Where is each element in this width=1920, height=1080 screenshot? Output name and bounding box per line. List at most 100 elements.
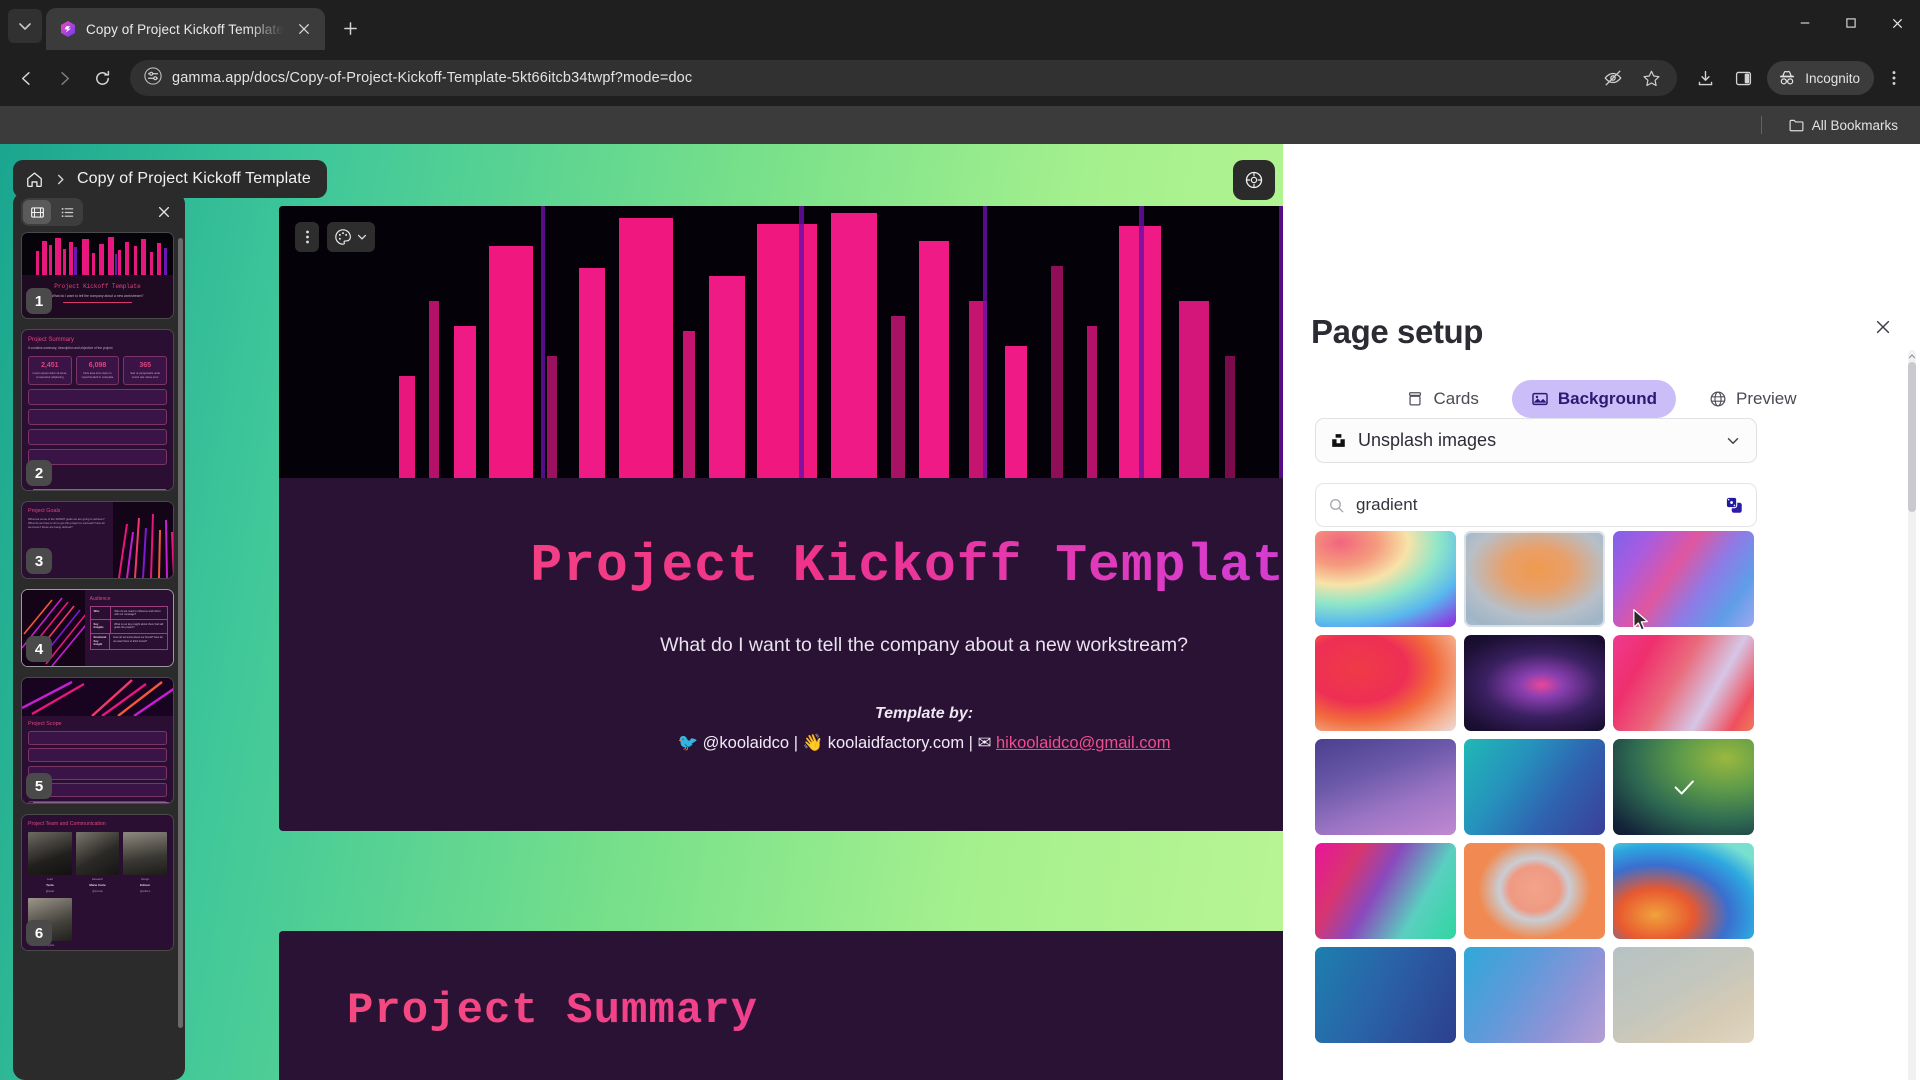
thumbnail-card-2[interactable]: Project Summary It contains summary, des… bbox=[21, 329, 174, 491]
unsplash-icon bbox=[1332, 434, 1345, 447]
side-panel-button[interactable] bbox=[1725, 60, 1761, 96]
member-role: Research bbox=[91, 878, 104, 881]
minimize-icon bbox=[1800, 22, 1810, 24]
image-thumbnail-13[interactable] bbox=[1464, 947, 1605, 1043]
image-icon bbox=[1532, 392, 1548, 406]
stat-label: Sed ut perspiciatis unde omnis iste natu… bbox=[130, 371, 161, 379]
incognito-profile-button[interactable]: Incognito bbox=[1767, 61, 1874, 95]
thumbnails-scrollbar[interactable] bbox=[178, 238, 183, 1028]
scroll-up-arrow[interactable] bbox=[1908, 350, 1916, 362]
grid-view-button[interactable] bbox=[23, 200, 51, 224]
third-party-cookies-button[interactable] bbox=[1595, 60, 1631, 96]
image-thumbnail-6[interactable] bbox=[1315, 739, 1456, 835]
shuffle-images-icon[interactable] bbox=[1724, 495, 1744, 515]
check-icon bbox=[1674, 780, 1694, 795]
page-viewport: Copy of Project Kickoff Template Project… bbox=[0, 144, 1920, 1080]
table-row: Key Insights What is our key insight abo… bbox=[90, 620, 167, 634]
team-member: Lead Tesla @tesla bbox=[28, 832, 72, 893]
chevron-up-icon bbox=[1908, 353, 1916, 358]
chrome-menu-button[interactable] bbox=[1876, 60, 1912, 96]
bird-emoji-icon: 🐦 bbox=[677, 734, 699, 752]
thumbnail-card-1[interactable]: Project Kickoff Template What do I want … bbox=[21, 232, 174, 319]
avatar bbox=[28, 832, 72, 875]
thumbnail-card-5[interactable]: Project Scope 5 bbox=[21, 677, 174, 804]
image-thumbnail-4[interactable] bbox=[1464, 635, 1605, 731]
stat-item: 2,451 Lorem ipsum dolor sit amet, consec… bbox=[28, 356, 72, 386]
forward-button[interactable] bbox=[46, 60, 82, 96]
stat-label: Duis aute irure dolor in reprehenderit i… bbox=[81, 371, 114, 379]
panel-scrollbar[interactable] bbox=[1908, 350, 1916, 1080]
scrollbar-thumb[interactable] bbox=[1908, 362, 1916, 512]
maximize-button[interactable] bbox=[1828, 0, 1874, 46]
thumbnail-body: What are some of the SMART goals we are … bbox=[28, 517, 105, 530]
image-thumbnail-9[interactable] bbox=[1315, 843, 1456, 939]
tab-preview[interactable]: Preview bbox=[1690, 380, 1815, 418]
theme-button[interactable] bbox=[1233, 160, 1275, 200]
window-close-button[interactable] bbox=[1874, 0, 1920, 46]
card-body: Project Kickoff Template What do I want … bbox=[279, 478, 1283, 753]
image-thumbnail-0[interactable] bbox=[1315, 531, 1456, 627]
page-settings-icon[interactable] bbox=[144, 66, 162, 90]
image-thumbnail-11[interactable] bbox=[1613, 843, 1754, 939]
team-member: Research Marie Curie @mcurie bbox=[75, 832, 120, 893]
minimize-button[interactable] bbox=[1782, 0, 1828, 46]
empty-slot bbox=[123, 898, 167, 950]
credit-handle: @koolaidco bbox=[702, 734, 790, 752]
image-thumbnail-1[interactable] bbox=[1464, 531, 1605, 627]
cards-icon bbox=[1409, 392, 1422, 406]
breadcrumb-title: Copy of Project Kickoff Template bbox=[77, 170, 311, 187]
close-thumbnails-panel-button[interactable] bbox=[151, 199, 177, 225]
page-setup-panel: Page setup Cards Background Preview Unsp… bbox=[1283, 288, 1920, 1080]
image-thumbnail-10[interactable] bbox=[1464, 843, 1605, 939]
image-source-select[interactable]: Unsplash images bbox=[1315, 418, 1757, 463]
thumbnail-card-6[interactable]: Project Team and Communication Lead Tesl… bbox=[21, 814, 174, 951]
image-thumbnail-5[interactable] bbox=[1613, 635, 1754, 731]
document-title[interactable]: Project Kickoff Template bbox=[319, 536, 1283, 596]
browser-tab[interactable]: Copy of Project Kickoff Template bbox=[46, 8, 325, 50]
list-view-button[interactable] bbox=[53, 200, 81, 224]
image-thumbnail-7[interactable] bbox=[1464, 739, 1605, 835]
thumbnails-list[interactable]: Project Kickoff Template What do I want … bbox=[13, 232, 185, 1080]
stat-value: 6,098 bbox=[88, 362, 107, 369]
breadcrumb[interactable]: Copy of Project Kickoff Template bbox=[13, 160, 327, 198]
document-card-2[interactable]: Project Summary bbox=[279, 931, 1283, 1080]
thumbnail-number: 5 bbox=[26, 773, 52, 799]
thumbnail-card-4[interactable]: Audience Who Who do we need to influence… bbox=[21, 589, 174, 667]
tab-close-button[interactable] bbox=[293, 18, 315, 40]
stat-label: Lorem ipsum dolor sit amet, consectetur … bbox=[32, 371, 68, 379]
credit-email-link[interactable]: hikoolaidco@gmail.com bbox=[996, 734, 1171, 752]
thumbnail-title: Project Scope bbox=[28, 721, 62, 727]
thumbnail-title: Audience bbox=[89, 596, 111, 602]
close-panel-button[interactable] bbox=[1866, 310, 1900, 344]
image-thumbnail-12[interactable] bbox=[1315, 947, 1456, 1043]
thumbnail-table: Who Who do we need to influence and info… bbox=[89, 606, 168, 651]
avatar bbox=[75, 832, 120, 875]
address-bar[interactable]: gamma.app/docs/Copy-of-Project-Kickoff-T… bbox=[130, 60, 1678, 96]
tab-search-button[interactable] bbox=[8, 9, 42, 43]
tab-cards[interactable]: Cards bbox=[1387, 380, 1497, 418]
reload-button[interactable] bbox=[84, 60, 120, 96]
tab-background[interactable]: Background bbox=[1511, 380, 1677, 418]
image-thumbnail-14[interactable] bbox=[1613, 947, 1754, 1043]
search-input[interactable]: gradient bbox=[1315, 483, 1757, 527]
all-bookmarks-button[interactable]: All Bookmarks bbox=[1780, 113, 1906, 138]
document-subtitle[interactable]: What do I want to tell the company about… bbox=[319, 634, 1283, 657]
browser-window: Copy of Project Kickoff Template gamma.a… bbox=[0, 0, 1920, 1080]
member-handle: @edison bbox=[140, 890, 151, 893]
home-icon[interactable] bbox=[25, 170, 44, 189]
search-value: gradient bbox=[1356, 495, 1418, 514]
downloads-button[interactable] bbox=[1687, 60, 1723, 96]
drag-handle-button[interactable] bbox=[295, 222, 319, 252]
table-key: Emotional Key Insight bbox=[91, 633, 111, 650]
back-button[interactable] bbox=[8, 60, 44, 96]
image-thumbnail-3[interactable] bbox=[1315, 635, 1456, 731]
image-thumbnail-8[interactable] bbox=[1613, 739, 1754, 835]
section-title[interactable]: Project Summary bbox=[347, 986, 1283, 1036]
bookmark-button[interactable] bbox=[1633, 60, 1669, 96]
thumbnail-card-3[interactable]: Project Goals What are some of the SMART… bbox=[21, 501, 174, 579]
document-card-1[interactable]: Project Kickoff Template What do I want … bbox=[279, 206, 1283, 831]
card-thumbnails-panel: Project Kickoff Template What do I want … bbox=[13, 192, 185, 1080]
divider bbox=[1760, 116, 1762, 134]
new-tab-button[interactable] bbox=[334, 11, 368, 45]
card-theme-button[interactable] bbox=[327, 222, 375, 252]
